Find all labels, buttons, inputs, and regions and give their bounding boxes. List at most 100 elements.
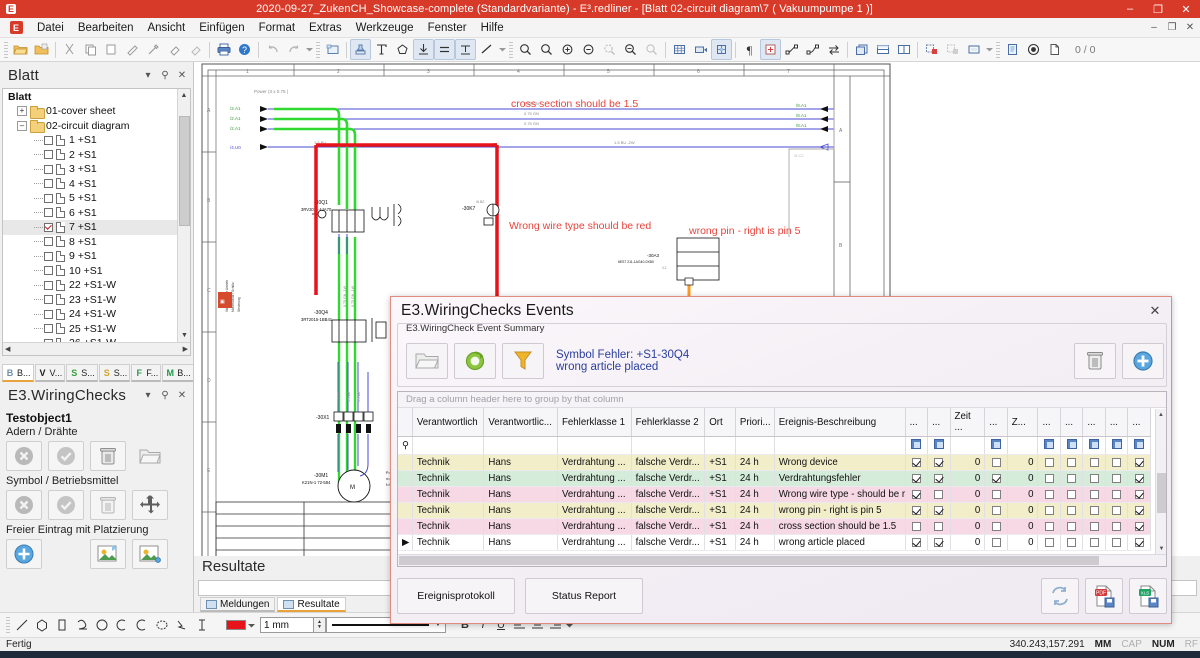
sheet-checkbox[interactable] [44, 295, 53, 305]
tree-expander-icon[interactable]: + [17, 106, 27, 117]
column-header-10[interactable]: ... [984, 408, 1008, 437]
chevron-down-icon[interactable]: ▾ [141, 388, 155, 402]
row-checkbox[interactable] [911, 473, 921, 483]
cell-check6[interactable] [1082, 518, 1106, 535]
grid-scroll-up-icon[interactable]: ▲ [1156, 409, 1166, 420]
reject-icon[interactable] [6, 490, 42, 520]
open-folder-icon[interactable] [10, 39, 31, 60]
zoom-all-icon[interactable] [620, 39, 641, 60]
table-row[interactable]: Technik Hans Verdrahtung ... falsche Verdr.… [398, 470, 1151, 487]
dock-tab-strip[interactable]: B B... V V... S S... S S... F F... M B... [2, 360, 194, 382]
table-row[interactable]: Technik Hans Verdrahtung ... falsche Verdr.… [398, 454, 1151, 471]
cell-check4[interactable] [1037, 486, 1061, 503]
filter-button-icon[interactable] [911, 439, 922, 449]
row-checkbox[interactable] [1134, 537, 1144, 547]
cell-check3[interactable] [984, 486, 1008, 503]
stamp-icon[interactable] [350, 39, 371, 60]
menu-item-einfuegen[interactable]: Einfügen [192, 20, 251, 36]
table-body[interactable]: ⚲ Technik Hans Verdrahtung ... falsche Verdr… [398, 436, 1151, 551]
row-checkbox[interactable] [991, 505, 1001, 515]
ellipse-icon[interactable] [152, 615, 172, 635]
filter-cell[interactable] [1060, 436, 1084, 455]
tree-sheet-item[interactable]: 9 +S1 [3, 249, 190, 264]
cell-check7[interactable] [1105, 502, 1129, 519]
pin-icon[interactable]: ⚲ [158, 388, 172, 402]
cell-check6[interactable] [1082, 454, 1106, 471]
column-header-3[interactable]: Fehlerklasse 2 [631, 408, 706, 437]
paste-icon[interactable] [101, 39, 122, 60]
column-header-11[interactable]: Z... [1007, 408, 1039, 437]
column-header-12[interactable]: ... [1037, 408, 1061, 437]
dialog-close-icon[interactable]: ✕ [1147, 303, 1163, 319]
row-checkbox[interactable] [1067, 489, 1077, 499]
row-checkbox[interactable] [1044, 537, 1054, 547]
tree-horizontal-scrollbar[interactable]: ◀ ▶ [3, 342, 190, 355]
row-checkbox[interactable] [934, 457, 944, 467]
dock-tab-3[interactable]: S S... [98, 364, 131, 382]
table-header-row[interactable]: Verantwortlich Verantwortlic... Fehlerklas… [398, 408, 1151, 437]
tree-sheet-item[interactable]: 25 +S1-W [3, 322, 190, 337]
menu-item-ansicht[interactable]: Ansicht [140, 20, 192, 36]
mdi-minimize-button[interactable]: – [1146, 20, 1162, 34]
dock-tab-1[interactable]: V V... [34, 364, 66, 382]
connect-icon[interactable] [781, 39, 802, 60]
blatt-tree[interactable]: Blatt +01-cover sheet –02-circuit diagram… [2, 88, 191, 356]
reject-icon[interactable] [6, 441, 42, 471]
cell-check5[interactable] [1060, 454, 1084, 471]
arc2-icon[interactable] [132, 615, 152, 635]
split-vertical-icon[interactable] [893, 39, 914, 60]
menu-item-bearbeiten[interactable]: Bearbeiten [71, 20, 141, 36]
table-row[interactable]: Technik Hans Verdrahtung ... falsche Verdr.… [398, 486, 1151, 503]
table-gray-icon[interactable] [942, 39, 963, 60]
menu-item-extras[interactable]: Extras [302, 20, 349, 36]
cell-check6[interactable] [1082, 470, 1106, 487]
text-icon[interactable] [371, 39, 392, 60]
split-horizontal-icon[interactable] [872, 39, 893, 60]
filter-cell[interactable] [905, 436, 929, 455]
row-checkbox[interactable] [1134, 473, 1144, 483]
column-header-6[interactable]: Ereignis-Beschreibung [774, 408, 906, 437]
row-checkbox[interactable] [1044, 457, 1054, 467]
disconnect-icon[interactable] [802, 39, 823, 60]
insert-symbol-icon[interactable] [760, 39, 781, 60]
sheet-checkbox[interactable] [44, 150, 53, 160]
filter-cell[interactable] [483, 436, 558, 455]
filter-cell[interactable] [927, 436, 951, 455]
cell-check8[interactable] [1127, 486, 1151, 503]
copy-icon[interactable] [80, 39, 101, 60]
add-icon[interactable] [6, 539, 42, 569]
zoom-minus-icon[interactable] [578, 39, 599, 60]
export-pdf-icon[interactable]: PDF [1085, 578, 1123, 614]
record-icon[interactable] [1023, 39, 1044, 60]
cell-check7[interactable] [1105, 470, 1129, 487]
row-checkbox[interactable] [1044, 521, 1054, 531]
tree-folder-1[interactable]: – 02-circuit diagram [3, 119, 190, 134]
eraser-alt-icon[interactable] [185, 39, 206, 60]
export-excel-icon[interactable]: XLS [1129, 578, 1167, 614]
rectangle-icon[interactable] [52, 615, 72, 635]
column-header-4[interactable]: Ort [704, 408, 736, 437]
redo-icon[interactable] [283, 39, 304, 60]
filter-cell[interactable] [735, 436, 775, 455]
tree-sheet-item[interactable]: 23 +S1-W [3, 293, 190, 308]
sheet-checkbox[interactable] [44, 208, 53, 218]
drawbar-grip[interactable] [6, 617, 10, 633]
toolbar-grip-4[interactable] [996, 41, 1000, 58]
brush-icon[interactable] [143, 39, 164, 60]
grid-scroll-thumb[interactable] [1157, 473, 1166, 513]
menu-app-icon[interactable]: E [6, 20, 26, 36]
grid-scroll-down-icon[interactable]: ▼ [1156, 543, 1167, 554]
zoom-window-icon[interactable] [599, 39, 620, 60]
cell-check3[interactable] [984, 470, 1008, 487]
filter-button-icon[interactable] [1066, 439, 1077, 449]
events-grid[interactable]: Drag a column header here to group by th… [397, 391, 1167, 567]
menu-item-format[interactable]: Format [252, 20, 302, 36]
row-checkbox[interactable] [1044, 489, 1054, 499]
table-row[interactable]: Technik Hans Verdrahtung ... falsche Verdr.… [398, 518, 1151, 535]
sheet-checkbox[interactable] [44, 179, 53, 189]
align-middle-icon[interactable] [434, 39, 455, 60]
polygon-icon[interactable] [392, 39, 413, 60]
snap-icon[interactable] [711, 39, 732, 60]
spline-icon[interactable] [72, 615, 92, 635]
hscroll-right-icon[interactable]: ▶ [183, 345, 188, 353]
